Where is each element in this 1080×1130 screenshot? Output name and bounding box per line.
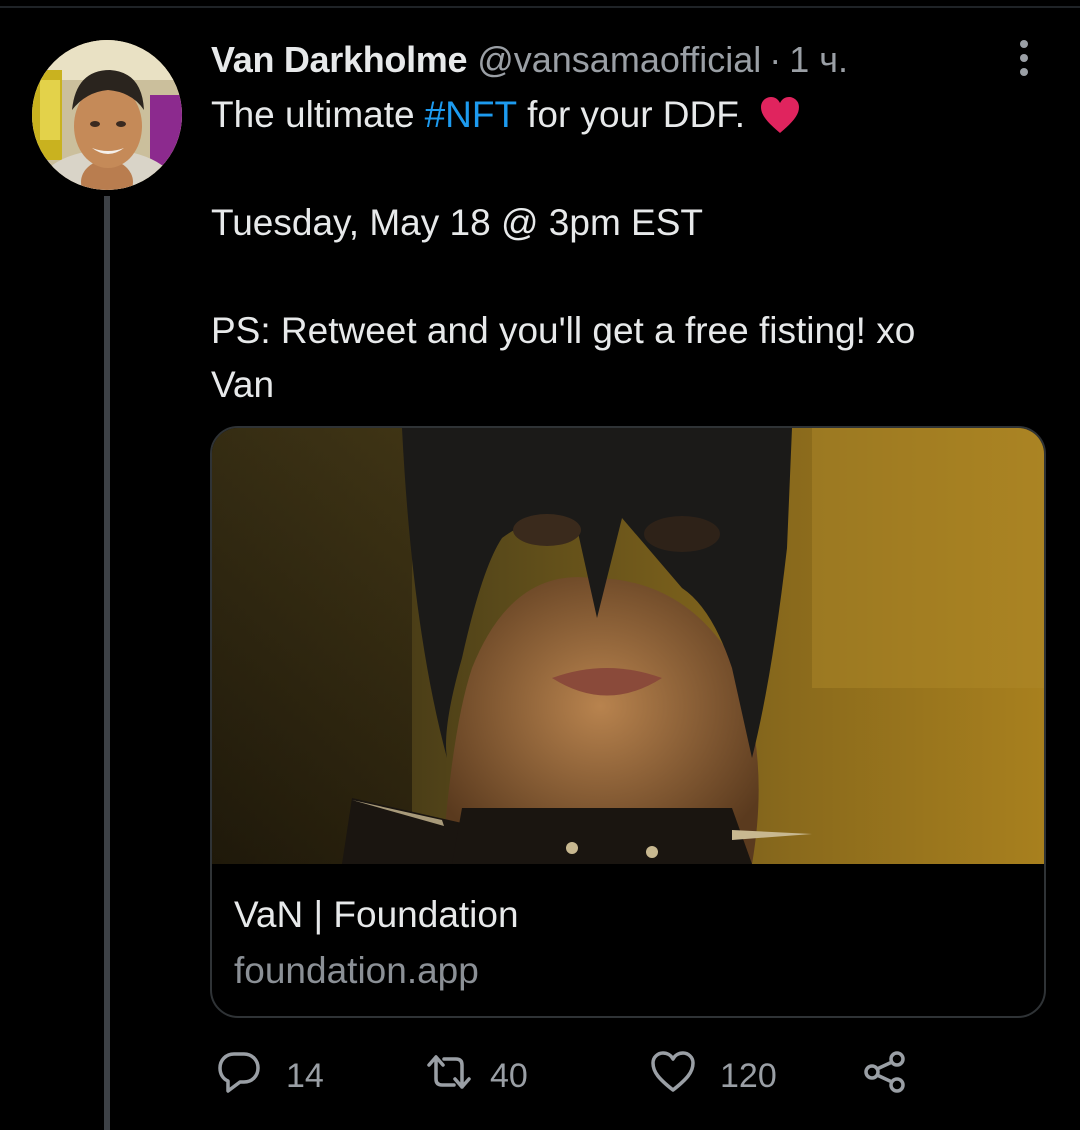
red-heart-emoji-icon <box>759 95 801 135</box>
tweet-header: Van Darkholme @vansamaofficial · 1 ч. <box>211 36 848 84</box>
tweet-line-ps-2: Van <box>211 364 275 405</box>
card-image <box>212 428 1044 864</box>
card-title: VaN | Foundation <box>234 894 519 935</box>
thread-line <box>104 196 110 1130</box>
retweet-icon <box>426 1049 472 1104</box>
display-name[interactable]: Van Darkholme <box>211 39 468 81</box>
like-button[interactable]: 120 <box>650 1050 777 1100</box>
retweet-button[interactable]: 40 <box>426 1052 528 1100</box>
reply-icon <box>216 1049 262 1104</box>
avatar[interactable] <box>32 40 182 190</box>
reply-count: 14 <box>286 1056 324 1095</box>
separator-dot: · <box>769 39 782 80</box>
tweet-line-date: Tuesday, May 18 @ 3pm EST <box>211 202 704 243</box>
top-divider <box>0 6 1080 8</box>
reply-button[interactable]: 14 <box>216 1051 324 1100</box>
tweet-timestamp[interactable]: 1 ч. <box>789 39 848 81</box>
hashtag-link[interactable]: #NFT <box>425 88 518 142</box>
tweet-line-1: The ultimate #NFT for your DDF. <box>211 88 1031 142</box>
share-icon <box>862 1049 908 1104</box>
link-card[interactable]: VaN | Foundation foundation.app <box>210 426 1046 1018</box>
retweet-count: 40 <box>490 1056 528 1095</box>
tweet-line-ps-1: PS: Retweet and you'll get a free fistin… <box>211 310 916 351</box>
user-handle[interactable]: @vansamaofficial <box>477 39 761 81</box>
card-domain: foundation.app <box>234 950 479 991</box>
like-icon <box>650 1049 696 1104</box>
share-button[interactable] <box>862 1050 908 1100</box>
tweet-text: The ultimate #NFT for your DDF. Tuesday,… <box>211 88 1031 412</box>
tweet-text-suffix: for your DDF. <box>527 94 746 135</box>
tweet-text-prefix: The ultimate <box>211 94 415 135</box>
avatar-image <box>32 40 182 190</box>
more-vertical-icon[interactable] <box>1006 38 1042 78</box>
like-count: 120 <box>720 1056 777 1095</box>
